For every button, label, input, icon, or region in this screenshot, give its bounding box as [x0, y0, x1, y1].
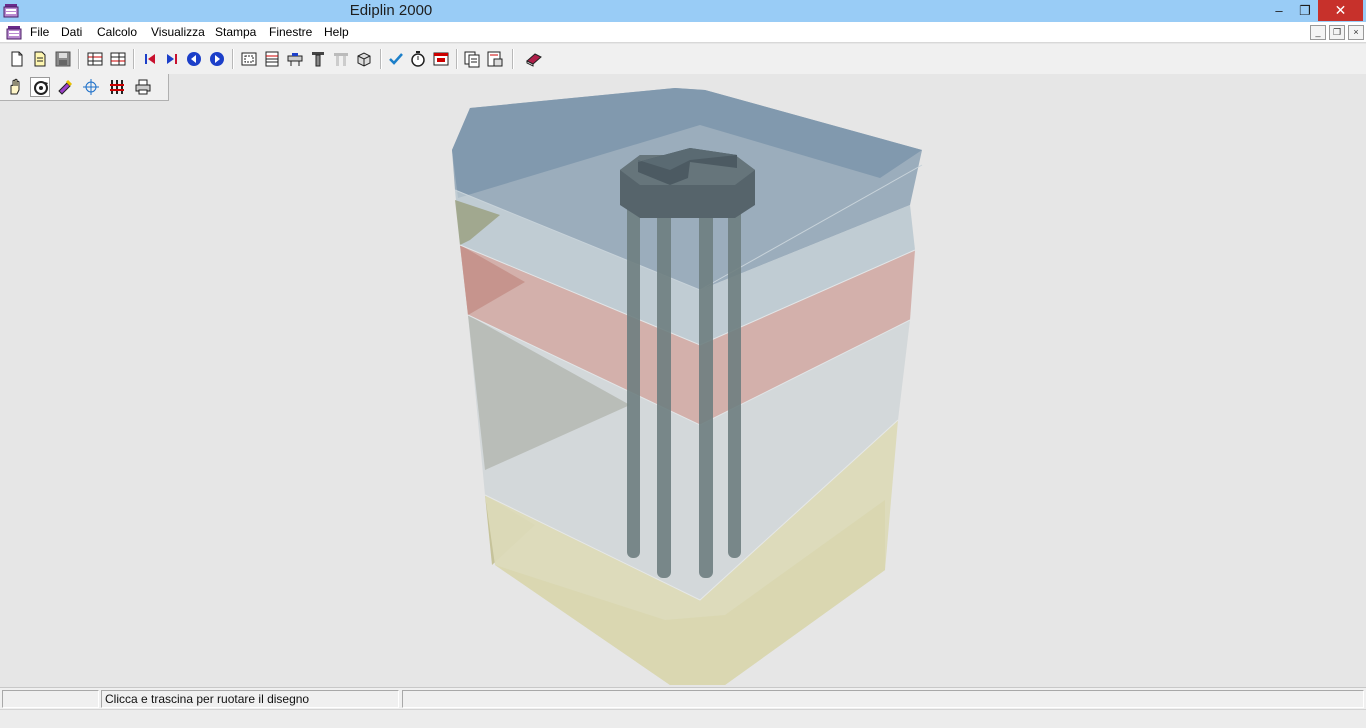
pile-3 [699, 210, 713, 578]
status-pane-1 [2, 690, 99, 708]
status-pane-3 [402, 690, 1364, 708]
pile-2 [657, 210, 671, 578]
status-pane-message: Clicca e trascina per ruotare il disegno [101, 690, 399, 708]
pile-4 [728, 200, 741, 558]
pile-1 [627, 200, 640, 558]
3d-foundation-model[interactable] [0, 0, 1366, 728]
bottom-strip [0, 709, 1366, 728]
pile-cap [620, 148, 755, 218]
status-bar: Clicca e trascina per ruotare il disegno [0, 687, 1366, 709]
